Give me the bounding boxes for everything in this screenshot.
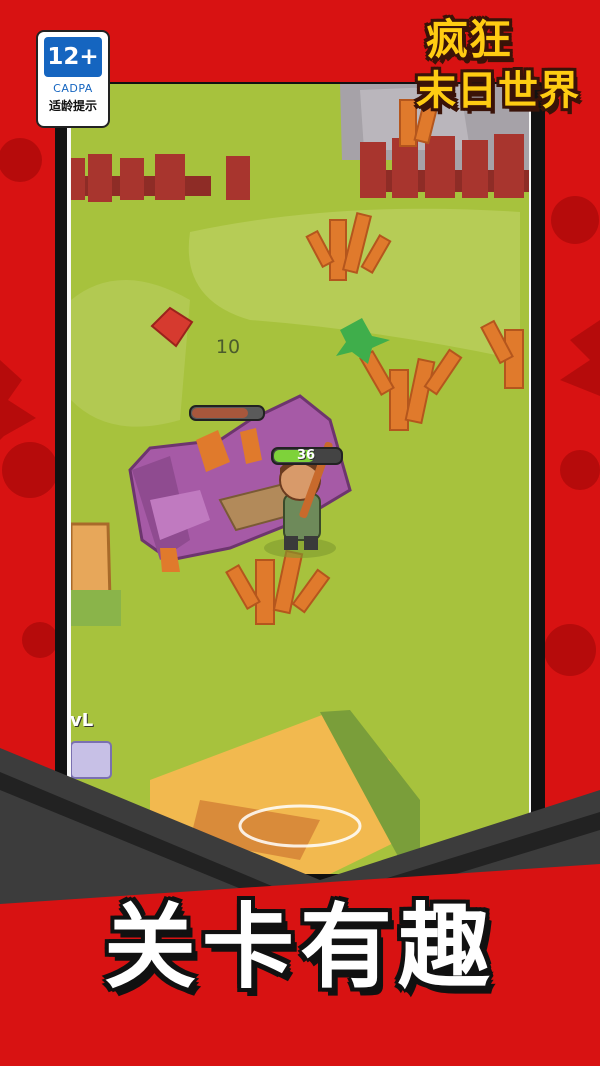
- logo-line-1: 疯狂: [426, 15, 513, 64]
- wooden-fence-right: [360, 134, 529, 198]
- age-rating-org: CADPA: [53, 82, 93, 95]
- slogan-title: 关卡有趣: [103, 894, 496, 1001]
- grass-patch: [71, 280, 190, 427]
- logo-line-2: 末日世界: [416, 68, 580, 114]
- age-rating-number: 12+: [44, 37, 102, 77]
- game-logo: 疯狂 末日世界: [410, 14, 586, 130]
- grass-block: [71, 590, 121, 626]
- level-label: vL: [70, 710, 94, 731]
- enemy-health-bar: [189, 405, 265, 421]
- game-viewport: [71, 84, 529, 874]
- player-hp-text: 36: [296, 448, 316, 463]
- wooden-box: [71, 522, 112, 602]
- age-rating-badge: 12+ CADPA 适龄提示: [36, 30, 110, 128]
- item-card: [71, 741, 112, 779]
- age-rating-tip: 适龄提示: [48, 99, 97, 113]
- damage-number: 10: [215, 336, 241, 358]
